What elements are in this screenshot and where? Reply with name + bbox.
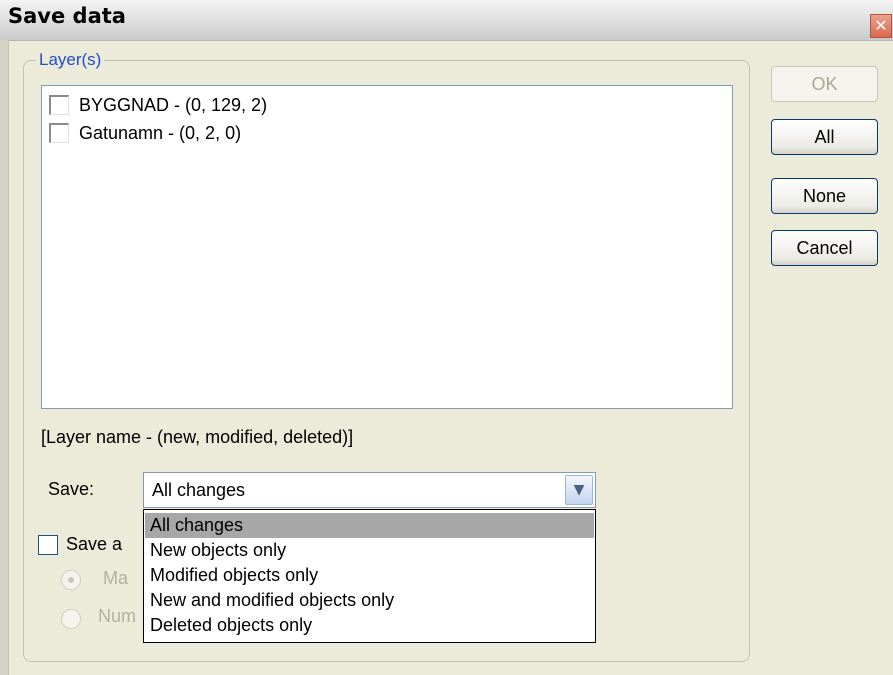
layer-legend-text: [Layer name - (new, modified, deleted)] <box>41 427 354 447</box>
save-dropdown-list[interactable]: All changes New objects only Modified ob… <box>143 509 596 643</box>
close-icon[interactable]: ✕ <box>870 14 892 38</box>
title-bar: Save data ✕ <box>0 0 893 41</box>
dropdown-option[interactable]: Modified objects only <box>145 563 594 588</box>
save-as-label: Save a <box>66 534 123 554</box>
radio-option-2 <box>61 609 81 629</box>
none-button[interactable]: None <box>771 178 878 214</box>
save-select[interactable]: All changes ▼ <box>143 472 596 508</box>
layers-list[interactable]: BYGGNAD - (0, 129, 2) Gatunamn - (0, 2, … <box>41 85 733 409</box>
dropdown-option[interactable]: New objects only <box>145 538 594 563</box>
ok-button[interactable]: OK <box>771 66 878 102</box>
dropdown-option[interactable]: New and modified objects only <box>145 588 594 613</box>
dropdown-option[interactable]: All changes <box>145 513 594 538</box>
layer-label: Gatunamn - (0, 2, 0) <box>79 122 242 143</box>
save-data-dialog: Save data ✕ Layer(s) BYGGNAD - (0, 129, … <box>0 0 893 675</box>
chevron-down-icon[interactable]: ▼ <box>565 475 593 505</box>
all-button[interactable]: All <box>771 119 878 155</box>
list-item[interactable]: BYGGNAD - (0, 129, 2) <box>49 92 267 118</box>
save-as-option[interactable]: Save a <box>38 534 122 555</box>
save-select-value: All changes <box>152 480 246 500</box>
cancel-button[interactable]: Cancel <box>771 230 878 266</box>
layers-group-label: Layer(s) <box>36 50 105 70</box>
window-border <box>0 40 9 675</box>
dropdown-option[interactable]: Deleted objects only <box>145 613 594 638</box>
save-as-checkbox[interactable] <box>38 534 58 555</box>
radio-option-1-label: Ma <box>103 568 129 588</box>
save-label: Save: <box>48 479 95 499</box>
radio-option-2-label: Num <box>98 606 137 626</box>
layer-label: BYGGNAD - (0, 129, 2) <box>79 94 268 115</box>
layer-checkbox[interactable] <box>49 123 69 143</box>
dialog-title: Save data <box>8 4 126 28</box>
radio-option-1 <box>61 570 81 590</box>
layer-checkbox[interactable] <box>49 95 69 115</box>
list-item[interactable]: Gatunamn - (0, 2, 0) <box>49 120 241 146</box>
